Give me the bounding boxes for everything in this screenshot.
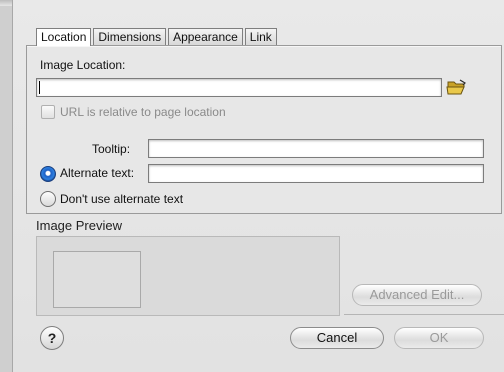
tooltip-label: Tooltip: [92, 142, 131, 156]
ok-button[interactable]: OK [394, 327, 484, 349]
text-cursor [39, 81, 40, 94]
tab-link[interactable]: Link [244, 28, 277, 45]
no-alternate-text-label: Don't use alternate text [60, 192, 184, 206]
image-preview-area [36, 236, 340, 316]
tab-location[interactable]: Location [36, 28, 92, 46]
cancel-button[interactable]: Cancel [290, 327, 384, 349]
url-relative-label: URL is relative to page location [60, 105, 226, 119]
tab-dimensions[interactable]: Dimensions [93, 28, 167, 45]
image-preview-frame [53, 251, 141, 308]
image-location-input[interactable] [36, 78, 442, 97]
alternate-text-label: Alternate text: [60, 166, 135, 180]
help-button[interactable]: ? [40, 326, 64, 350]
tab-appearance[interactable]: Appearance [168, 28, 243, 45]
image-preview-title: Image Preview [36, 218, 122, 233]
no-alternate-text-radio[interactable] [40, 191, 56, 207]
image-location-label: Image Location: [40, 58, 126, 72]
alternate-text-radio[interactable] [40, 166, 56, 182]
url-relative-checkbox[interactable] [41, 105, 55, 119]
open-folder-icon[interactable] [446, 78, 468, 96]
advanced-edit-button[interactable]: Advanced Edit... [352, 284, 482, 306]
tab-bar: Location Dimensions Appearance Link [36, 28, 279, 46]
alternate-text-input[interactable] [148, 164, 484, 183]
tooltip-input[interactable] [148, 139, 484, 158]
button-separator [344, 314, 504, 315]
